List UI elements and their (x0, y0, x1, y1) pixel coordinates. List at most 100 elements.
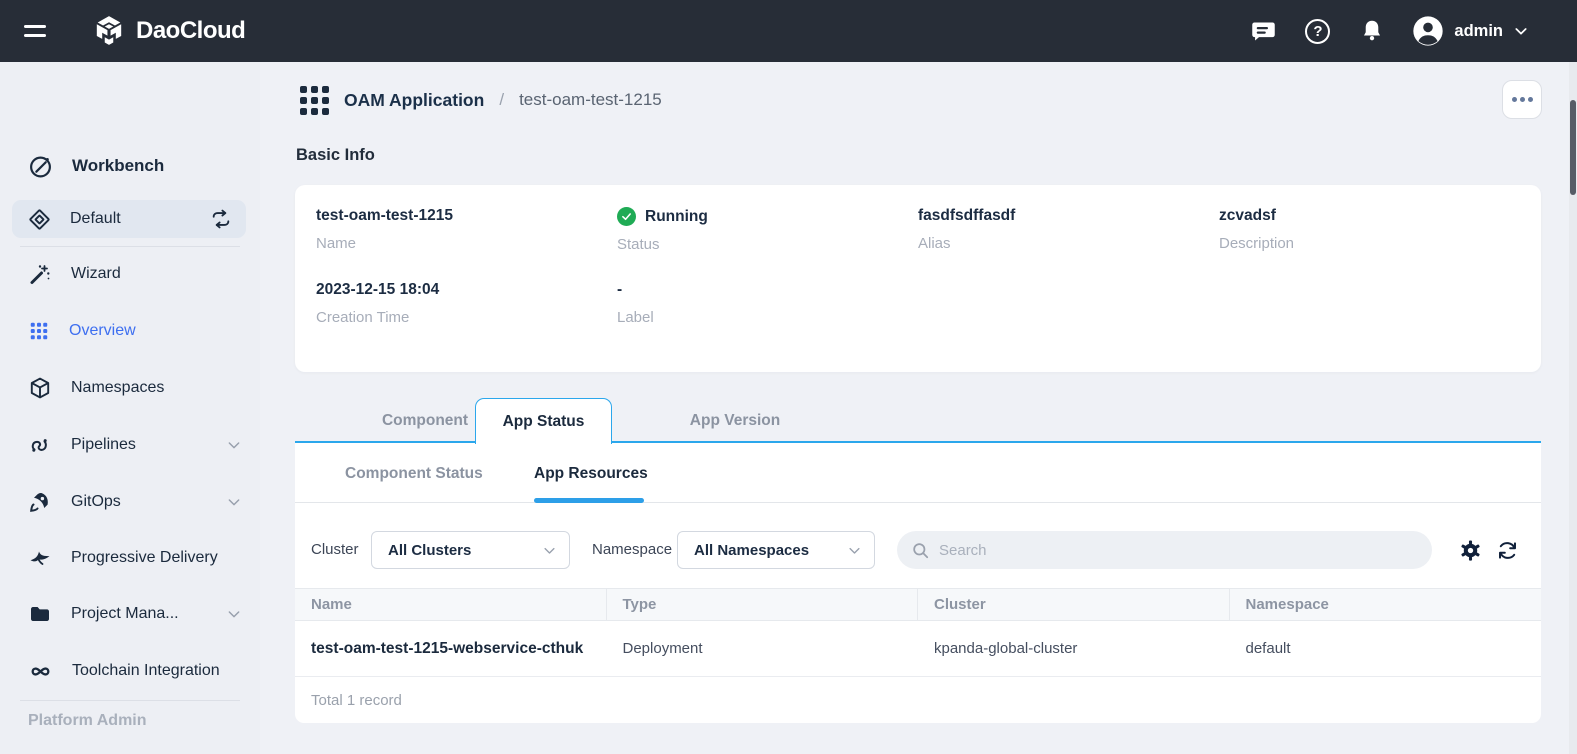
info-field-alias: fasdfsdffasdf Alias (918, 207, 1219, 253)
user-chevron-down-icon (1513, 23, 1529, 39)
select-chevron-down-icon (847, 543, 862, 558)
status-badge: Running (645, 208, 708, 226)
page-scrollbar[interactable] (1569, 62, 1577, 754)
sidebar-item-label: Progressive Delivery (71, 549, 218, 567)
column-header-name[interactable]: Name (295, 589, 607, 620)
subtab-component-status[interactable]: Component Status (345, 465, 483, 483)
pipeline-icon (28, 433, 52, 457)
sidebar-divider (20, 246, 240, 247)
sidebar-divider (20, 700, 240, 701)
sidebar-item-namespaces[interactable]: Namespaces (0, 368, 260, 408)
username-label: admin (1454, 22, 1503, 41)
table-row[interactable]: test-oam-test-1215-webservice-cthuk Depl… (295, 621, 1541, 677)
platform-admin-label[interactable]: Platform Admin (28, 712, 147, 730)
bird-icon (28, 546, 52, 570)
cube-icon (28, 376, 52, 400)
avatar-icon (1412, 15, 1444, 47)
sidebar-item-progressive-delivery[interactable]: Progressive Delivery (0, 538, 260, 578)
rocket-icon (28, 490, 52, 514)
info-field-creation-time: 2023-12-15 18:04 Creation Time (316, 281, 617, 326)
search-input[interactable] (939, 542, 1418, 559)
brand-name: DaoCloud (136, 17, 245, 45)
subtab-app-resources[interactable]: App Resources (534, 465, 648, 483)
tab-bar: Component App Status App Version (295, 398, 1541, 443)
sidebar-item-gitops[interactable]: GitOps (0, 482, 260, 522)
oam-app-grid-icon (300, 86, 329, 115)
menu-toggle-icon[interactable] (24, 19, 46, 43)
basic-info-card: test-oam-test-1215 Name Running Status f… (295, 185, 1541, 372)
info-field-label: - Label (617, 281, 918, 326)
chevron-down-icon[interactable] (226, 494, 242, 510)
sidebar-item-label: Pipelines (71, 436, 136, 454)
sidebar-item-label: Default (70, 210, 121, 228)
sidebar-item-pipelines[interactable]: Pipelines (0, 425, 260, 465)
column-header-namespace[interactable]: Namespace (1230, 589, 1542, 620)
cell-resource-cluster: kpanda-global-cluster (918, 621, 1230, 676)
user-menu[interactable]: admin (1412, 15, 1529, 47)
column-header-type[interactable]: Type (607, 589, 919, 620)
sidebar-item-label: Overview (69, 322, 136, 340)
tab-app-version[interactable]: App Version (655, 398, 815, 443)
namespace-filter-label: Namespace (592, 531, 672, 569)
sidebar-item-project-management[interactable]: Project Mana... (0, 594, 260, 634)
sidebar-item-label: Wizard (71, 265, 121, 283)
sidebar: Workbench Default (0, 62, 260, 754)
notifications-bell-icon[interactable] (1358, 18, 1385, 45)
status-running-icon (617, 207, 636, 226)
info-field-status: Running Status (617, 207, 918, 253)
cluster-filter-label: Cluster (311, 531, 359, 569)
chevron-down-icon[interactable] (226, 606, 242, 622)
scrollbar-thumb[interactable] (1570, 100, 1576, 195)
sidebar-item-toolchain-integration[interactable]: Toolchain Integration (0, 651, 260, 691)
sidebar-item-default-workspace[interactable]: Default (12, 200, 246, 238)
help-icon[interactable]: ? (1304, 18, 1331, 45)
app-resources-table: Name Type Cluster Namespace test-oam-tes… (295, 588, 1541, 723)
more-actions-button[interactable] (1502, 80, 1542, 119)
info-field-name: test-oam-test-1215 Name (316, 207, 617, 253)
table-settings-gear-icon[interactable] (1459, 539, 1482, 562)
sidebar-item-label: GitOps (71, 493, 121, 511)
subtab-active-indicator (534, 498, 644, 503)
workspace-icon (28, 208, 51, 231)
folder-icon (28, 602, 52, 626)
basic-info-title: Basic Info (296, 146, 375, 165)
cell-resource-type: Deployment (607, 621, 919, 676)
grid-icon (28, 320, 50, 342)
info-field-description: zcvadsf Description (1219, 207, 1520, 253)
sidebar-item-label: Toolchain Integration (72, 662, 220, 680)
breadcrumb-separator: / (499, 90, 504, 110)
breadcrumb-current: test-oam-test-1215 (519, 90, 662, 110)
column-header-cluster[interactable]: Cluster (918, 589, 1230, 620)
namespace-select[interactable]: All Namespaces (677, 531, 875, 569)
app-status-panel: Component Status App Resources Cluster A… (295, 443, 1541, 723)
daocloud-cube-icon (92, 14, 126, 48)
sidebar-item-overview[interactable]: Overview (0, 311, 260, 351)
table-summary: Total 1 record (295, 677, 1541, 723)
sidebar-item-workbench[interactable]: Workbench (0, 146, 260, 186)
infinity-icon (28, 659, 53, 684)
cell-resource-namespace: default (1230, 621, 1542, 676)
tab-app-status[interactable]: App Status (475, 398, 612, 444)
refresh-icon[interactable] (1496, 539, 1519, 562)
main-content: OAM Application / test-oam-test-1215 Bas… (260, 62, 1569, 754)
workbench-icon (28, 154, 53, 179)
chevron-down-icon[interactable] (226, 437, 242, 453)
topbar: DaoCloud ? (0, 0, 1577, 62)
table-header-row: Name Type Cluster Namespace (295, 588, 1541, 621)
select-chevron-down-icon (542, 543, 557, 558)
breadcrumb-section[interactable]: OAM Application (344, 90, 484, 111)
brand-logo: DaoCloud (92, 14, 245, 48)
cell-resource-name[interactable]: test-oam-test-1215-webservice-cthuk (295, 621, 607, 676)
swap-workspace-icon[interactable] (210, 208, 232, 230)
subtab-divider (295, 502, 1541, 503)
sidebar-item-label: Workbench (72, 156, 164, 176)
messages-icon[interactable] (1250, 18, 1277, 45)
sidebar-item-label: Project Mana... (71, 605, 179, 623)
sidebar-item-wizard[interactable]: Wizard (0, 254, 260, 294)
search-box (897, 531, 1432, 569)
wand-icon (28, 262, 52, 286)
search-icon (911, 541, 930, 560)
breadcrumb: OAM Application / test-oam-test-1215 (300, 80, 662, 120)
sidebar-item-label: Namespaces (71, 379, 164, 397)
cluster-select[interactable]: All Clusters (371, 531, 570, 569)
